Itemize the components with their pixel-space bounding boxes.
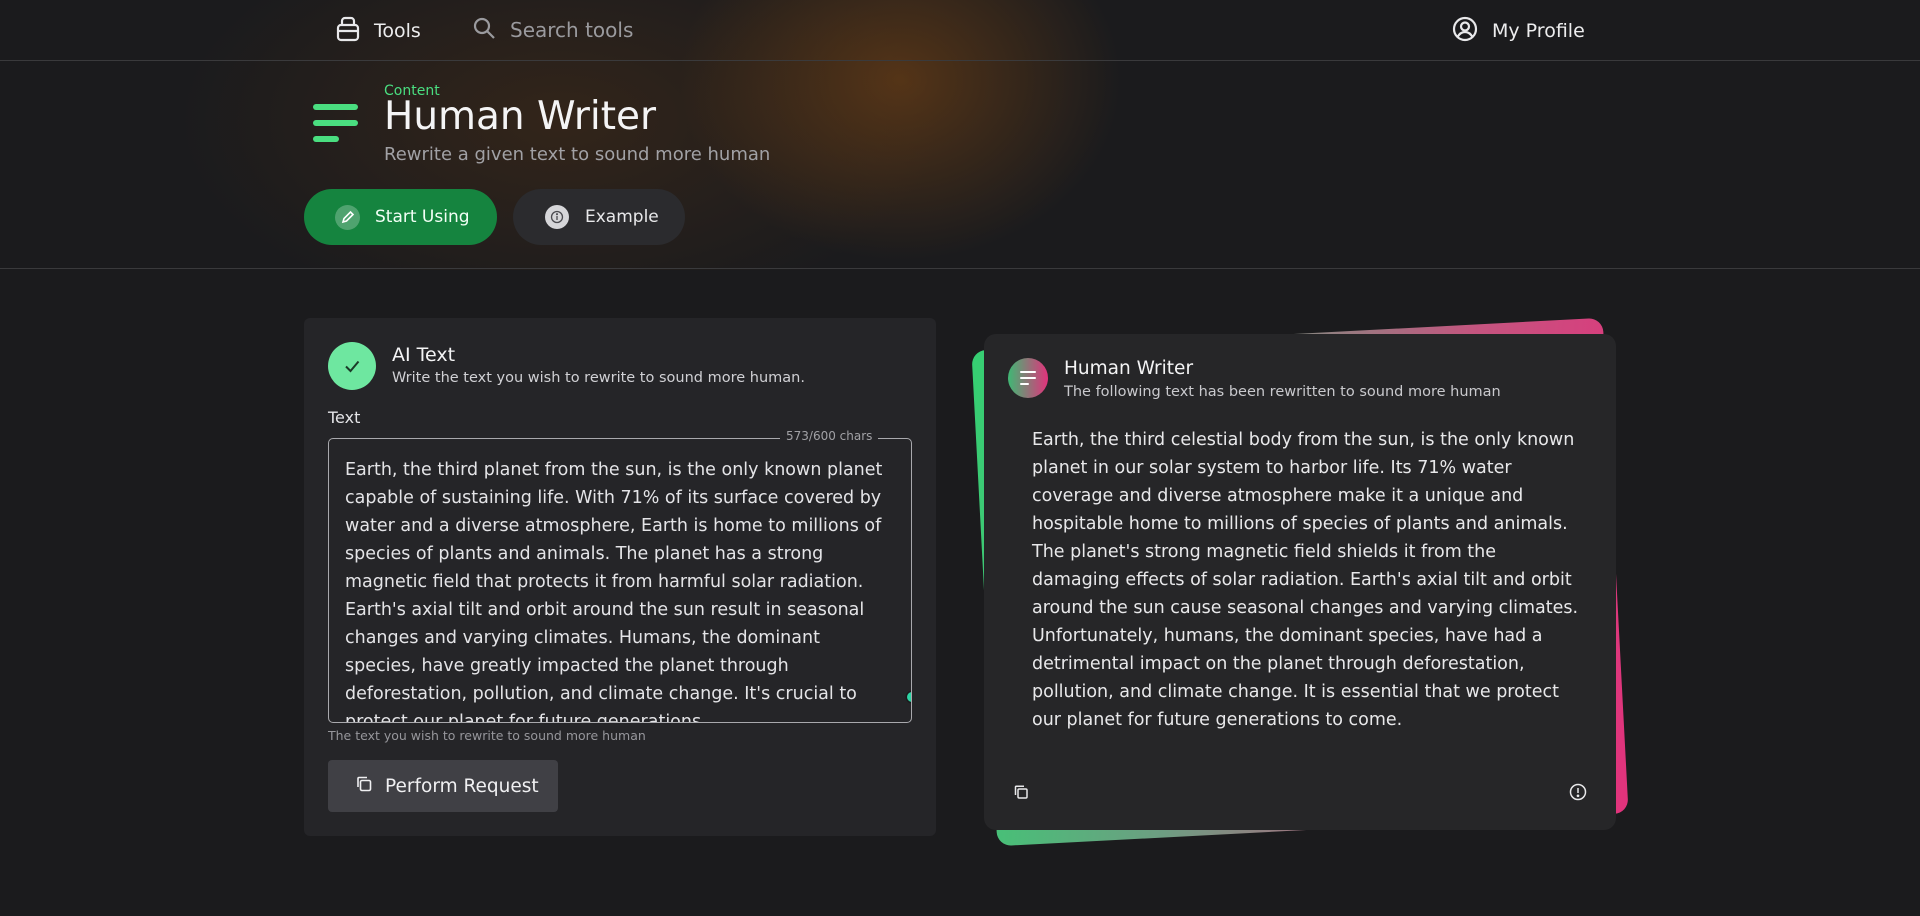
input-card-subtitle: Write the text you wish to rewrite to so… [392,370,805,386]
check-icon [328,342,376,390]
user-circle-icon [1452,16,1478,46]
grammar-indicator[interactable] [907,692,911,702]
helper-text: The text you wish to rewrite to sound mo… [328,728,646,743]
menu-lines-icon [312,102,360,150]
nav-tools-link[interactable]: Tools [336,16,421,46]
search-bar [472,16,832,44]
search-input[interactable] [510,18,810,42]
info-icon[interactable] [1569,783,1587,805]
output-text: Earth, the third celestial body from the… [1032,430,1579,730]
toolbox-icon [336,16,360,46]
input-card-title: AI Text [392,344,456,366]
start-using-button[interactable]: Start Using [304,189,497,245]
output-card-subtitle: The following text has been rewritten to… [1064,384,1501,400]
input-card: AI Text Write the text you wish to rewri… [304,318,936,836]
avatar [1008,358,1048,398]
start-using-label: Start Using [375,207,470,227]
page-subtitle: Rewrite a given text to sound more human [384,144,771,165]
text-field-label: Text [328,408,361,427]
example-label: Example [585,207,659,227]
nav-tools-label: Tools [374,20,421,42]
perform-request-label: Perform Request [385,775,539,797]
example-button[interactable]: Example [513,189,685,245]
output-card-title: Human Writer [1064,358,1194,379]
text-input[interactable]: Earth, the third planet from the sun, is… [329,439,911,722]
output-card: Human Writer The following text has been… [984,334,1616,830]
nav-profile-label: My Profile [1492,20,1585,42]
top-navigation: Tools My Profile [0,0,1920,61]
pencil-icon [335,204,360,230]
page-title: Human Writer [384,94,657,139]
nav-profile-link[interactable]: My Profile [1452,16,1585,46]
copy-icon[interactable] [1013,784,1029,804]
info-icon [545,205,569,229]
copy-icon [355,775,373,797]
search-icon [472,16,496,44]
text-field-container: Earth, the third planet from the sun, is… [328,438,912,723]
header-divider [0,268,1920,269]
char-count: 573/600 chars [780,429,879,443]
perform-request-button[interactable]: Perform Request [328,760,558,812]
